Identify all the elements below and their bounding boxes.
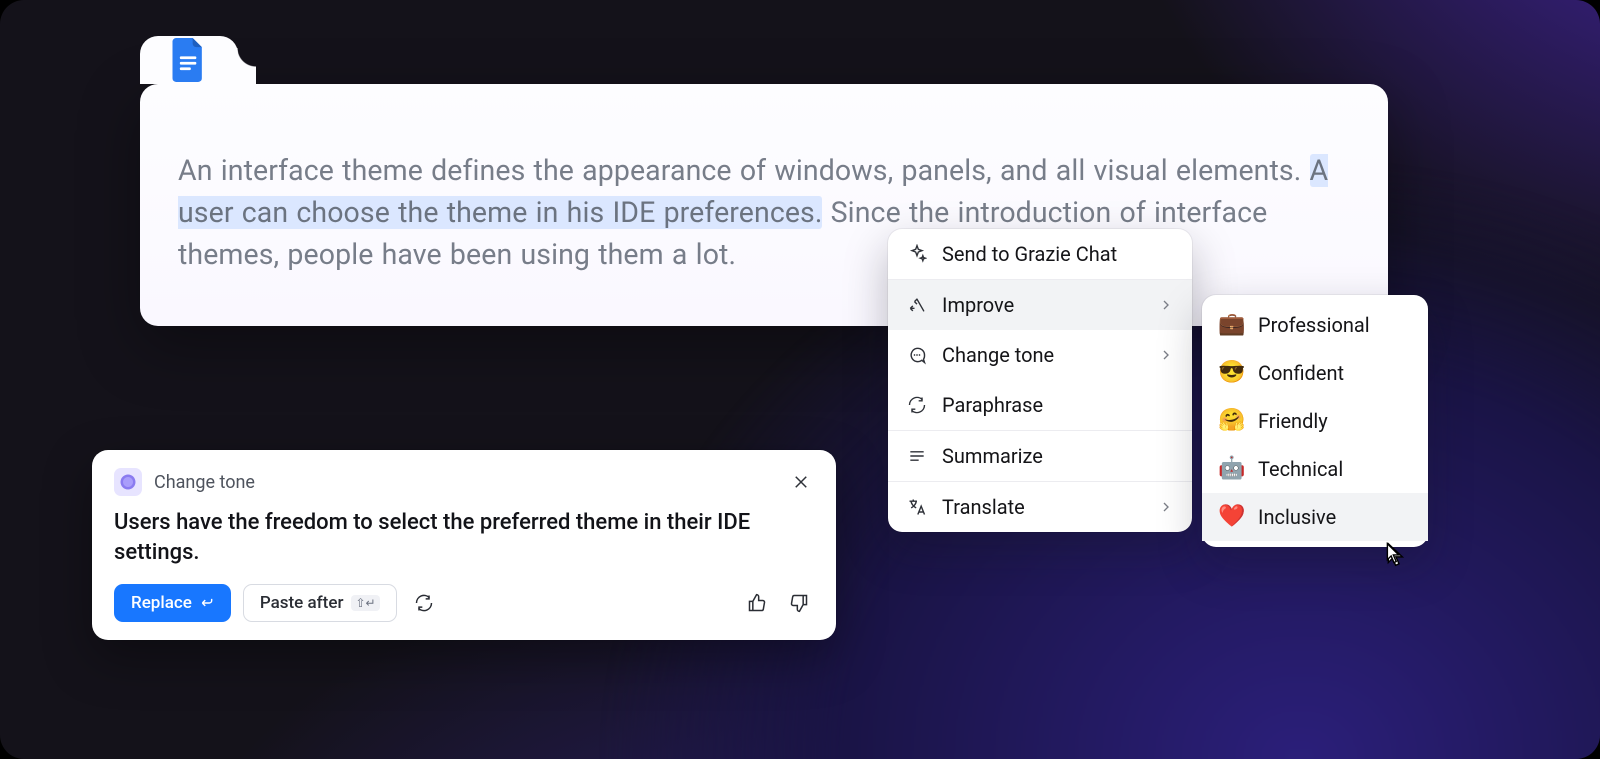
ctx-item-label: Translate xyxy=(942,495,1144,519)
refresh-cw-icon-wrap xyxy=(906,394,928,416)
document-tab xyxy=(140,36,238,84)
tone-item-label: Friendly xyxy=(1258,409,1328,433)
paraphrase-icon xyxy=(907,395,927,415)
sparkle-icon xyxy=(906,243,928,265)
tone-emoji: 🤗 xyxy=(1220,409,1244,433)
ctx-item-summarize[interactable]: Summarize xyxy=(888,431,1192,481)
ctx-item-label: Paraphrase xyxy=(942,393,1174,417)
tone-item-technical[interactable]: 🤖 Technical xyxy=(1202,445,1428,493)
tone-emoji: 😎 xyxy=(1220,361,1244,385)
suggestion-text: Users have the freedom to select the pre… xyxy=(114,508,814,568)
thumbs-up-icon xyxy=(747,593,767,613)
suggestion-title: Change tone xyxy=(154,472,776,493)
tone-submenu: 💼 Professional 😎 Confident 🤗 Friendly 🤖 Technic… xyxy=(1202,295,1428,547)
chevron-right-icon xyxy=(1158,499,1174,515)
context-menu: Send to Grazie Chat Improve Change tone Pa… xyxy=(888,229,1192,532)
summarize-icon xyxy=(907,446,927,466)
translate-icon xyxy=(907,497,927,517)
tone-emoji: 💼 xyxy=(1220,313,1244,337)
ctx-item-label: Improve xyxy=(942,293,1144,317)
replace-button-label: Replace xyxy=(131,593,192,613)
tone-item-label: Technical xyxy=(1258,457,1343,481)
thumbs-down-icon xyxy=(789,593,809,613)
tone-item-confident[interactable]: 😎 Confident xyxy=(1202,349,1428,397)
ctx-item-translate[interactable]: Translate xyxy=(888,482,1192,532)
close-button[interactable] xyxy=(788,469,814,495)
close-icon xyxy=(792,473,810,491)
chat-icon-wrap xyxy=(906,344,928,366)
chat-icon xyxy=(907,345,927,365)
ctx-item-label: Change tone xyxy=(942,343,1144,367)
text-lines-icon-wrap xyxy=(906,445,928,467)
paste-after-hint: ⇧↵ xyxy=(351,595,379,611)
grazie-logo-icon xyxy=(114,468,142,496)
tone-item-friendly[interactable]: 🤗 Friendly xyxy=(1202,397,1428,445)
suggestion-card: Change tone Users have the freedom to se… xyxy=(92,450,836,640)
google-doc-icon xyxy=(172,38,206,82)
enter-icon xyxy=(200,596,214,610)
improve-icon-wrap xyxy=(906,294,928,316)
tone-emoji: ❤️ xyxy=(1220,505,1244,529)
ctx-send-to-chat[interactable]: Send to Grazie Chat xyxy=(888,229,1192,279)
tone-item-label: Professional xyxy=(1258,313,1370,337)
ctx-item-label: Summarize xyxy=(942,444,1174,468)
thumbs-down-button[interactable] xyxy=(784,588,814,618)
chevron-right-icon xyxy=(1158,347,1174,363)
tone-item-label: Confident xyxy=(1258,361,1344,385)
document-card: An interface theme defines the appearanc… xyxy=(140,84,1388,326)
paste-after-label: Paste after xyxy=(260,593,344,613)
tone-emoji: 🤖 xyxy=(1220,457,1244,481)
ctx-item-improve[interactable]: Improve xyxy=(888,280,1192,330)
paste-after-button[interactable]: Paste after ⇧↵ xyxy=(243,584,397,622)
doc-text-before: An interface theme defines the appearanc… xyxy=(178,154,1310,187)
tone-item-inclusive[interactable]: ❤️ Inclusive xyxy=(1202,493,1428,541)
replace-button[interactable]: Replace xyxy=(114,584,231,622)
thumbs-up-button[interactable] xyxy=(742,588,772,618)
ctx-send-label: Send to Grazie Chat xyxy=(942,242,1174,266)
regenerate-button[interactable] xyxy=(409,588,439,618)
translate-icon-wrap xyxy=(906,496,928,518)
chevron-right-icon xyxy=(1158,297,1174,313)
tone-item-label: Inclusive xyxy=(1258,505,1336,529)
ctx-item-paraphrase[interactable]: Paraphrase xyxy=(888,380,1192,430)
improve-icon xyxy=(907,295,927,315)
refresh-icon xyxy=(414,593,434,613)
ctx-item-change-tone[interactable]: Change tone xyxy=(888,330,1192,380)
tone-item-professional[interactable]: 💼 Professional xyxy=(1202,301,1428,349)
